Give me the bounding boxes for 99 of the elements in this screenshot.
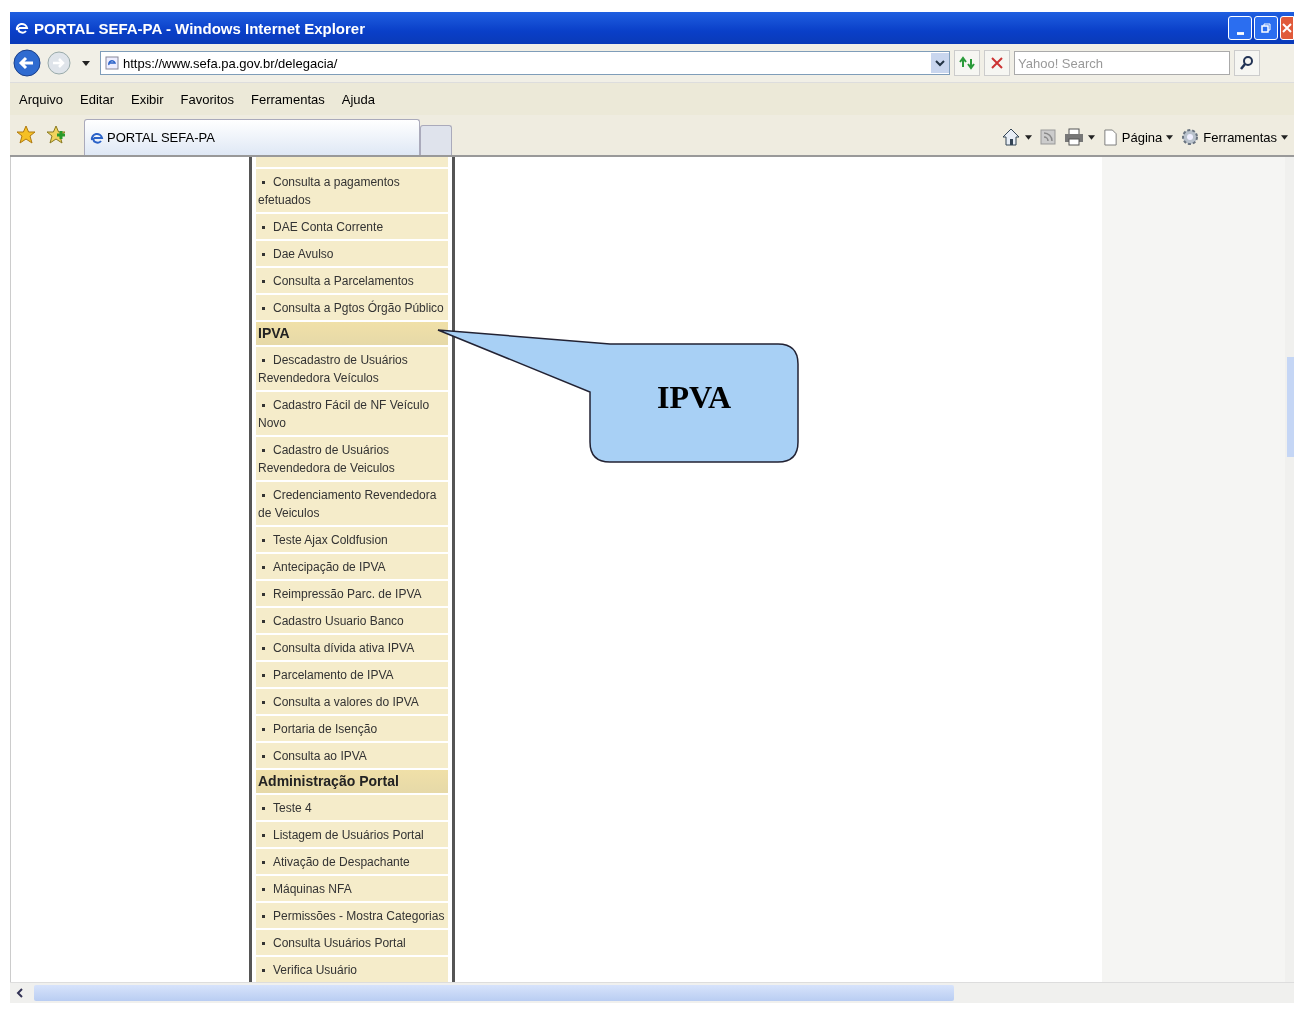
bullet-icon	[262, 565, 265, 569]
menu-link[interactable]: Verifica Usuário	[256, 957, 448, 982]
refresh-icon	[959, 55, 975, 71]
bullet-icon	[262, 619, 265, 623]
bullet-icon	[262, 538, 265, 542]
menu-link[interactable]: Consulta a Pgtos Órgão Público	[256, 295, 448, 320]
bullet-icon	[262, 860, 265, 864]
home-button[interactable]	[1000, 127, 1032, 147]
bullet-icon	[262, 252, 265, 256]
menu-link[interactable]: Permissões - Mostra Categorias	[256, 903, 448, 928]
menu-item[interactable]: Arquivo	[19, 91, 64, 107]
bullet-icon	[262, 727, 265, 731]
tools-menu-button[interactable]: Ferramentas	[1181, 128, 1288, 146]
search-icon	[1239, 55, 1255, 71]
restore-icon	[1261, 23, 1271, 33]
search-field[interactable]: Yahoo! Search	[1014, 51, 1230, 75]
feed-icon	[1039, 129, 1056, 145]
menu-item[interactable]: Editar	[80, 91, 115, 107]
bullet-icon	[262, 941, 265, 945]
menu-link[interactable]: Cadastro Usuario Banco	[256, 608, 448, 633]
bullet-icon	[262, 914, 265, 918]
url-text: https://www.sefa.pa.gov.br/delegacia/	[123, 55, 339, 71]
bullet-icon	[262, 754, 265, 758]
menu-link[interactable]: DAE Conta Corrente	[256, 214, 448, 239]
menu-heading: IPVA	[256, 322, 448, 345]
bullet-icon	[262, 806, 265, 810]
browser-logo-icon	[14, 20, 30, 36]
menu-link[interactable]: Consulta Usuários Portal	[256, 930, 448, 955]
bullet-icon	[262, 833, 265, 837]
bullet-icon	[262, 700, 265, 704]
caret-icon	[1087, 134, 1095, 140]
menu-heading: Administração Portal	[256, 770, 448, 793]
dropdown-icon[interactable]	[931, 53, 949, 73]
document-icon	[1102, 128, 1118, 146]
menu-link[interactable]: Credenciamento Revendedora de Veiculos	[256, 482, 448, 525]
bullet-icon	[262, 887, 265, 891]
star-icon[interactable]	[16, 125, 36, 145]
menu-link[interactable]: Dae Avulso	[256, 241, 448, 266]
refresh-button[interactable]	[954, 50, 980, 76]
menu-link[interactable]: Parcelamento de IPVA	[256, 662, 448, 687]
minimize-button[interactable]	[1228, 16, 1252, 40]
menu-item[interactable]: Favoritos	[180, 91, 235, 107]
menu-link[interactable]: Teste 4	[256, 795, 448, 820]
browser-tab[interactable]: PORTAL SEFA-PA	[84, 119, 420, 155]
menu-link[interactable]: Cadastro de Usuários Revendedora de Veiculos	[256, 437, 448, 480]
callout-text: IPVA	[655, 377, 733, 417]
menu-link[interactable]: Teste Ajax Coldfusion	[256, 527, 448, 552]
menu-link[interactable]: Ativação de Despachante	[256, 849, 448, 874]
caret-icon	[1024, 134, 1032, 140]
caret-icon	[1166, 134, 1174, 140]
bullet-icon	[262, 968, 265, 972]
bullet-icon	[262, 646, 265, 650]
bullet-icon	[262, 493, 265, 497]
menu-link[interactable]: Antecipação de IPVA	[256, 554, 448, 579]
menu-link[interactable]: Portaria de Isenção	[256, 716, 448, 741]
menu-link[interactable]: Listagem de Usuários Portal	[256, 822, 448, 847]
menu-item[interactable]: Ferramentas	[251, 91, 325, 107]
bullet-icon	[262, 306, 265, 310]
menu-link[interactable]: Reimpressão Parc. de IPVA	[256, 581, 448, 606]
bullet-icon	[262, 673, 265, 677]
bullet-icon	[262, 403, 265, 407]
menu-link[interactable]: Descadastro de Usuários Revendedora Veículos	[256, 347, 448, 390]
stop-button[interactable]	[984, 50, 1010, 76]
add-star-icon[interactable]	[46, 125, 66, 145]
maximize-button[interactable]	[1254, 16, 1278, 40]
print-button[interactable]	[1063, 128, 1095, 146]
caret-icon[interactable]	[82, 60, 90, 66]
close-icon	[1282, 23, 1292, 33]
stop-icon	[990, 56, 1004, 70]
menu-item[interactable]: Ajuda	[341, 91, 375, 107]
menu-item[interactable]: Exibir	[131, 91, 164, 107]
back-button[interactable]	[12, 48, 42, 78]
printer-icon	[1063, 128, 1084, 146]
window-title: PORTAL SEFA-PA - Windows Internet Explorer	[34, 19, 365, 37]
feeds-button[interactable]	[1039, 129, 1056, 145]
bullet-icon	[262, 180, 265, 184]
menu-link[interactable]: Consulta ao IPVA	[256, 743, 448, 768]
close-button[interactable]	[1280, 16, 1294, 40]
search-button[interactable]	[1234, 50, 1260, 76]
vertical-scrollbar[interactable]	[1285, 157, 1294, 982]
caret-icon	[1281, 134, 1288, 140]
menu-link[interactable]: Consulta a valores do IPVA	[256, 689, 448, 714]
bullet-icon	[262, 225, 265, 229]
menu-link[interactable]: Cadastro Fácil de NF Veículo Novo	[256, 392, 448, 435]
menu-link[interactable]: Consulta a Parcelamentos	[256, 268, 448, 293]
page-menu-button[interactable]: Página	[1102, 128, 1174, 146]
menu-link[interactable]: Consulta dívida ativa IPVA	[256, 635, 448, 660]
bullet-icon	[262, 279, 265, 283]
menu-link[interactable]: Consulta a pagamentos efetuados	[256, 169, 448, 212]
horizontal-scrollbar[interactable]	[10, 982, 1294, 1003]
house-icon	[1000, 127, 1021, 147]
minimize-icon	[1236, 31, 1244, 35]
gear-icon	[1181, 128, 1200, 146]
address-field[interactable]: https://www.sefa.pa.gov.br/delegacia/	[100, 51, 950, 75]
menu-link[interactable]: Máquinas NFA	[256, 876, 448, 901]
page-icon	[105, 56, 119, 70]
bullet-icon	[262, 448, 265, 452]
bullet-icon	[262, 358, 265, 362]
bullet-icon	[262, 592, 265, 596]
